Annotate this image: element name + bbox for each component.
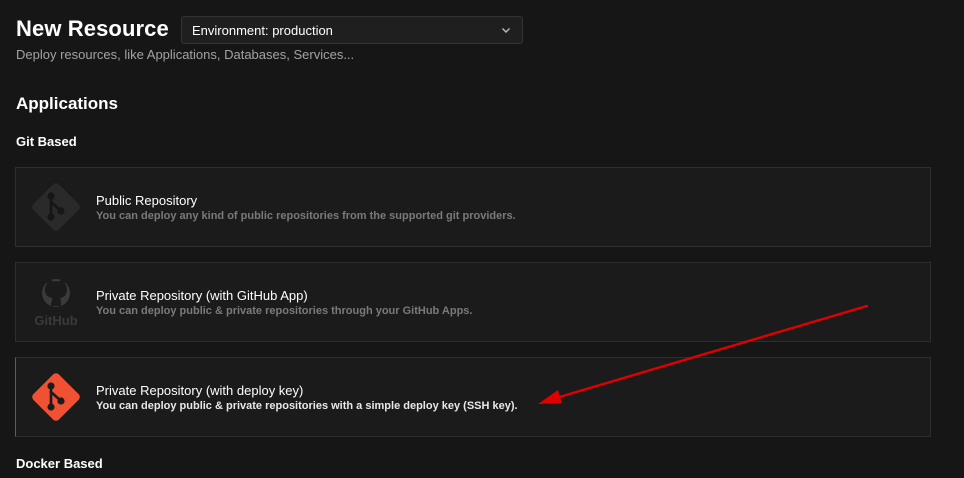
card-title: Private Repository (with deploy key) — [96, 383, 304, 398]
card-title: Private Repository (with GitHub App) — [96, 288, 308, 303]
git-icon — [32, 183, 80, 231]
section-title-applications: Applications — [16, 94, 119, 113]
header: New Resource Environment: production — [16, 16, 523, 44]
environment-select[interactable]: Environment: production — [181, 16, 523, 44]
new-resource-page: New Resource Environment: production Dep… — [0, 0, 964, 478]
chevron-down-icon — [502, 28, 510, 33]
page-title: New Resource — [16, 16, 169, 41]
group-title-git-based: Git Based — [16, 134, 77, 149]
card-title: Public Repository — [96, 193, 198, 208]
environment-select-value: Environment: production — [192, 22, 333, 38]
card-description: You can deploy any kind of public reposi… — [96, 210, 516, 222]
card-description: You can deploy public & private reposito… — [96, 305, 473, 317]
github-icon: GitHub — [34, 279, 78, 328]
card-description: You can deploy public & private reposito… — [96, 400, 518, 412]
page-subtitle: Deploy resources, like Applications, Dat… — [16, 47, 355, 62]
group-title-docker-based: Docker Based — [16, 456, 103, 471]
github-logo-text: GitHub — [34, 313, 77, 328]
card-private-repository-github-app[interactable]: GitHub Private Repository (with GitHub A… — [15, 262, 931, 342]
git-icon — [32, 373, 80, 421]
card-private-repository-deploy-key[interactable]: Private Repository (with deploy key) You… — [15, 357, 931, 437]
card-public-repository[interactable]: Public Repository You can deploy any kin… — [15, 167, 931, 247]
